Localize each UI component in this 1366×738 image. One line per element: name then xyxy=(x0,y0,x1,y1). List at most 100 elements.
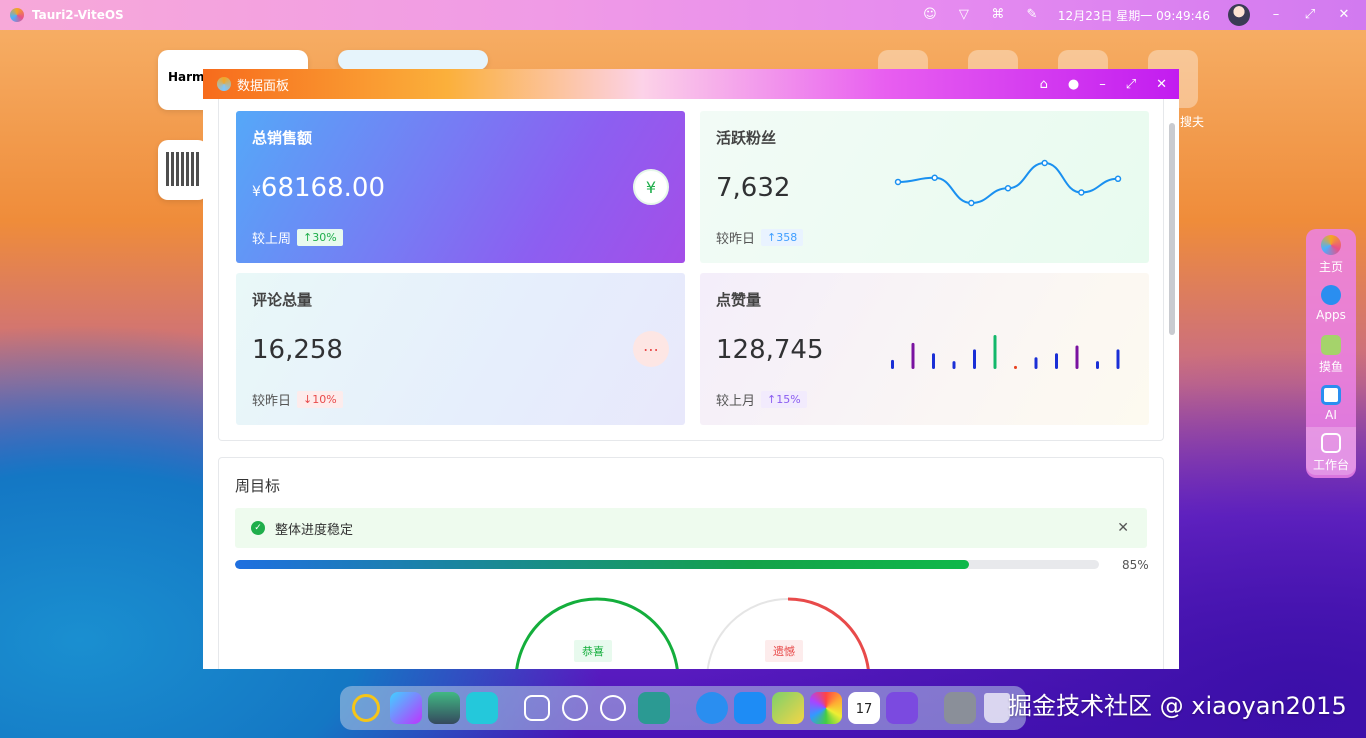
home-icon[interactable]: ⌂ xyxy=(1040,77,1048,92)
home-icon xyxy=(1321,235,1341,255)
card-value: 16,258 xyxy=(252,335,343,365)
chat-icon[interactable]: ☺ xyxy=(922,7,938,23)
calendar-day: 17 xyxy=(855,702,873,717)
command-icon[interactable]: ⌘ xyxy=(990,7,1006,23)
close-button[interactable]: ✕ xyxy=(1156,77,1167,92)
window-title: 数据面板 xyxy=(237,78,290,94)
vite-icon[interactable] xyxy=(390,692,422,724)
calendar-icon[interactable]: 17 xyxy=(848,692,880,724)
compare-label: 较昨日 xyxy=(252,394,292,409)
sparkline-point xyxy=(1114,175,1122,183)
close-icon[interactable]: ✕ xyxy=(1336,7,1352,23)
minimize-icon[interactable]: – xyxy=(1268,7,1284,23)
card-active-fans: 活跃粉丝 7,632 较昨日 ↑358 xyxy=(700,111,1149,263)
card-title: 评论总量 xyxy=(252,291,313,309)
likes-bar xyxy=(1034,357,1038,369)
likes-bar xyxy=(891,359,894,369)
alert-close-icon[interactable]: ✕ xyxy=(1117,520,1129,536)
maps-icon[interactable] xyxy=(772,692,804,724)
trash-icon[interactable] xyxy=(984,693,1010,723)
gauge-fail-tag: 遗憾 xyxy=(765,640,803,662)
panel-title: 周目标 xyxy=(235,477,281,495)
card-title: 点赞量 xyxy=(716,291,762,309)
dock-item-apps[interactable]: Apps xyxy=(1306,285,1356,322)
sparkline-point xyxy=(1078,189,1085,196)
compass-icon xyxy=(1321,285,1341,305)
app-store-icon[interactable] xyxy=(734,692,766,724)
compare-label: 较昨日 xyxy=(716,232,756,247)
card-total-sales: 总销售额 ¥68168.00 ¥ 较上周 ↑30% xyxy=(236,111,685,263)
dock-item-fish[interactable]: 摸鱼 xyxy=(1306,335,1356,375)
card-total-comments: 评论总量 16,258 ⋯ 较昨日 ↓10% xyxy=(236,273,685,425)
change-badge: ↓10% xyxy=(297,391,343,408)
change-badge: ↑15% xyxy=(761,391,807,408)
compare-label: 较上月 xyxy=(716,394,756,409)
grid-apps-icon[interactable] xyxy=(638,692,670,724)
minimize-button[interactable]: – xyxy=(1099,77,1106,92)
progress-text: 85% xyxy=(1122,558,1149,572)
window-titlebar[interactable]: 数据面板 ⌂ ● – ⤢ ✕ xyxy=(203,69,1179,99)
safari-icon[interactable] xyxy=(696,692,728,724)
top-menu-bar: Tauri2-ViteOS ☺ ▽ ⌘ ✎ 12月23日 星期一 09:49:4… xyxy=(0,0,1366,30)
settings-icon[interactable] xyxy=(944,692,976,724)
window-content: 总销售额 ¥68168.00 ¥ 较上周 ↑30% 活跃粉丝 7,632 较昨日 ↑… xyxy=(203,99,1179,669)
likes-bar xyxy=(1096,361,1099,369)
check-circle-icon: ✓ xyxy=(251,521,265,535)
progress-fill xyxy=(235,560,970,569)
desktop-widget-qrcode[interactable] xyxy=(158,140,208,200)
shirt-icon[interactable]: ▽ xyxy=(956,7,972,23)
card-title: 活跃粉丝 xyxy=(716,129,777,147)
qrcode-icon xyxy=(166,152,200,186)
scrollbar[interactable] xyxy=(1169,123,1175,335)
success-alert: ✓ 整体进度稳定 ✕ xyxy=(235,508,1147,548)
app-logo-icon[interactable] xyxy=(10,8,24,22)
sparkline-point xyxy=(1004,185,1012,192)
dock-label: AI xyxy=(1325,408,1337,422)
likes-bar xyxy=(1116,349,1120,369)
card-value: 7,632 xyxy=(716,173,791,203)
fish-icon xyxy=(1321,335,1341,355)
comment-icon: ⋯ xyxy=(633,331,669,367)
sparkline-line xyxy=(897,161,1119,205)
fullscreen-icon[interactable]: ⤢ xyxy=(1302,7,1318,23)
home-dock-icon[interactable] xyxy=(524,695,550,721)
info-icon[interactable] xyxy=(600,695,626,721)
pin-icon[interactable]: ✎ xyxy=(1024,7,1040,23)
desktop-widget-blank[interactable] xyxy=(338,50,488,70)
launchpad-icon[interactable] xyxy=(886,692,918,724)
app-logo-dock-icon[interactable] xyxy=(352,694,380,722)
likes-bar xyxy=(911,342,915,369)
dock-label: 工作台 xyxy=(1312,458,1349,472)
sparkline-point xyxy=(968,199,975,207)
dock-item-home[interactable]: 主页 xyxy=(1306,235,1356,275)
yuan-icon: ¥ xyxy=(633,169,669,205)
likes-bar xyxy=(952,361,956,369)
progress-bar xyxy=(235,560,1099,569)
compare-label: 较上周 xyxy=(252,232,292,247)
dock-label: Apps xyxy=(1316,308,1346,322)
robot-icon xyxy=(1321,385,1341,405)
dock-item-ai[interactable]: AI xyxy=(1306,385,1356,422)
maximize-button[interactable]: ⤢ xyxy=(1126,77,1136,92)
card-value: ¥68168.00 xyxy=(252,173,385,203)
likes-bar xyxy=(993,335,997,369)
dock-label: 摸鱼 xyxy=(1318,360,1343,374)
fans-sparkline xyxy=(894,159,1122,207)
avatar[interactable] xyxy=(1228,4,1250,26)
vue-icon[interactable] xyxy=(428,692,460,724)
tauri-icon[interactable] xyxy=(466,692,498,724)
likes-bar xyxy=(1055,353,1058,369)
dashboard-dock-icon[interactable] xyxy=(562,695,588,721)
likes-bar xyxy=(1014,365,1017,369)
photos-icon[interactable] xyxy=(810,692,842,724)
app-title: Tauri2-ViteOS xyxy=(32,8,124,22)
alert-text: 整体进度稳定 xyxy=(275,522,354,538)
github-icon[interactable]: ● xyxy=(1068,77,1079,92)
dock-item-workbench[interactable]: 工作台 xyxy=(1306,427,1356,475)
card-likes: 点赞量 128,745 较上月 ↑15% xyxy=(700,273,1149,425)
card-title: 总销售额 xyxy=(252,129,313,147)
sparkline-point xyxy=(931,174,938,181)
dashboard-window: 数据面板 ⌂ ● – ⤢ ✕ 总销售额 ¥68168.00 ¥ 较上周 ↑30% … xyxy=(203,69,1179,669)
workbench-icon xyxy=(1321,433,1341,453)
likes-bar xyxy=(932,353,935,369)
